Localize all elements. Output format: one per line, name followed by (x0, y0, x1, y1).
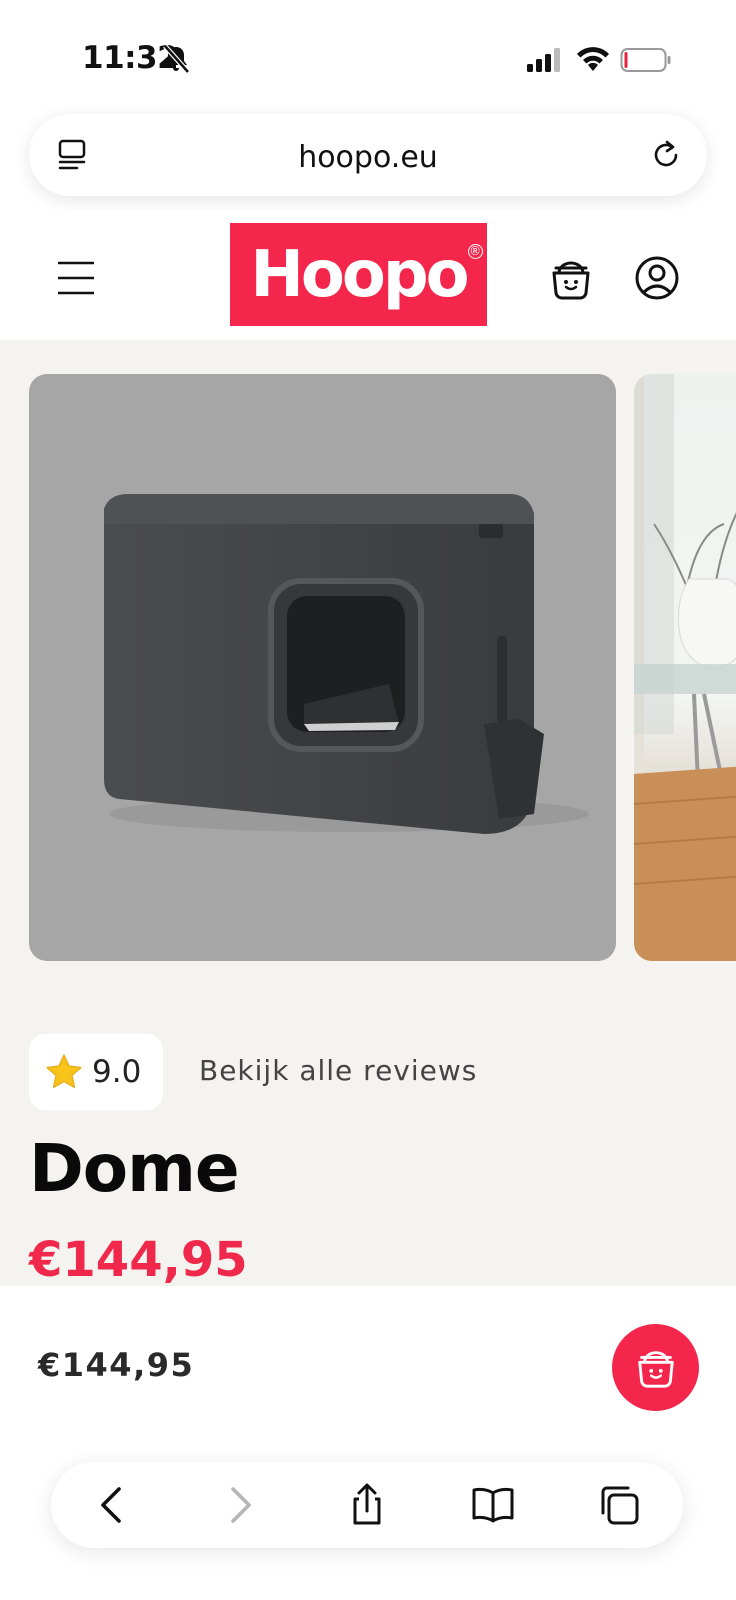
basket-icon (637, 1350, 674, 1388)
tabs-icon[interactable] (597, 1483, 641, 1527)
registered-mark: ® (467, 243, 483, 259)
browser-address-area: hoopo.eu (0, 110, 736, 210)
product-image[interactable] (29, 374, 616, 961)
rating-value: 9.0 (92, 1054, 142, 1090)
star-icon (46, 1054, 82, 1089)
address-url[interactable]: hoopo.eu (29, 140, 707, 175)
address-bar[interactable]: hoopo.eu (29, 114, 707, 196)
site-logo[interactable]: Hoopo ® (230, 223, 487, 326)
sticky-cart-bar: €144,95 (0, 1286, 736, 1600)
menu-icon[interactable] (57, 260, 95, 296)
litter-box-illustration (104, 494, 589, 834)
browser-toolbar (51, 1462, 683, 1548)
status-bar: 11:32 (0, 0, 736, 110)
rating-badge: 9.0 (29, 1034, 163, 1110)
site-header: Hoopo ® (0, 210, 736, 340)
reload-icon[interactable] (649, 138, 683, 172)
bookmarks-icon[interactable] (471, 1483, 515, 1527)
product-image-next[interactable] (634, 374, 736, 961)
room-photo-illustration (634, 374, 736, 961)
forward-icon[interactable] (217, 1483, 261, 1527)
wifi-icon (577, 47, 609, 71)
bell-slash-icon (163, 44, 190, 74)
signal-icon (527, 48, 560, 72)
back-icon[interactable] (91, 1483, 135, 1527)
logo-text: Hoopo ® (250, 237, 483, 312)
product-price: €144,95 (29, 1232, 248, 1288)
add-to-cart-button[interactable] (612, 1324, 699, 1411)
sticky-price: €144,95 (38, 1346, 195, 1384)
product-gallery[interactable] (0, 340, 736, 980)
account-icon[interactable] (634, 255, 680, 301)
product-title: Dome (29, 1130, 240, 1207)
battery-icon (620, 48, 671, 72)
basket-icon[interactable] (548, 256, 594, 302)
share-icon[interactable] (345, 1483, 389, 1527)
reviews-link[interactable]: Bekijk alle reviews (199, 1054, 477, 1087)
